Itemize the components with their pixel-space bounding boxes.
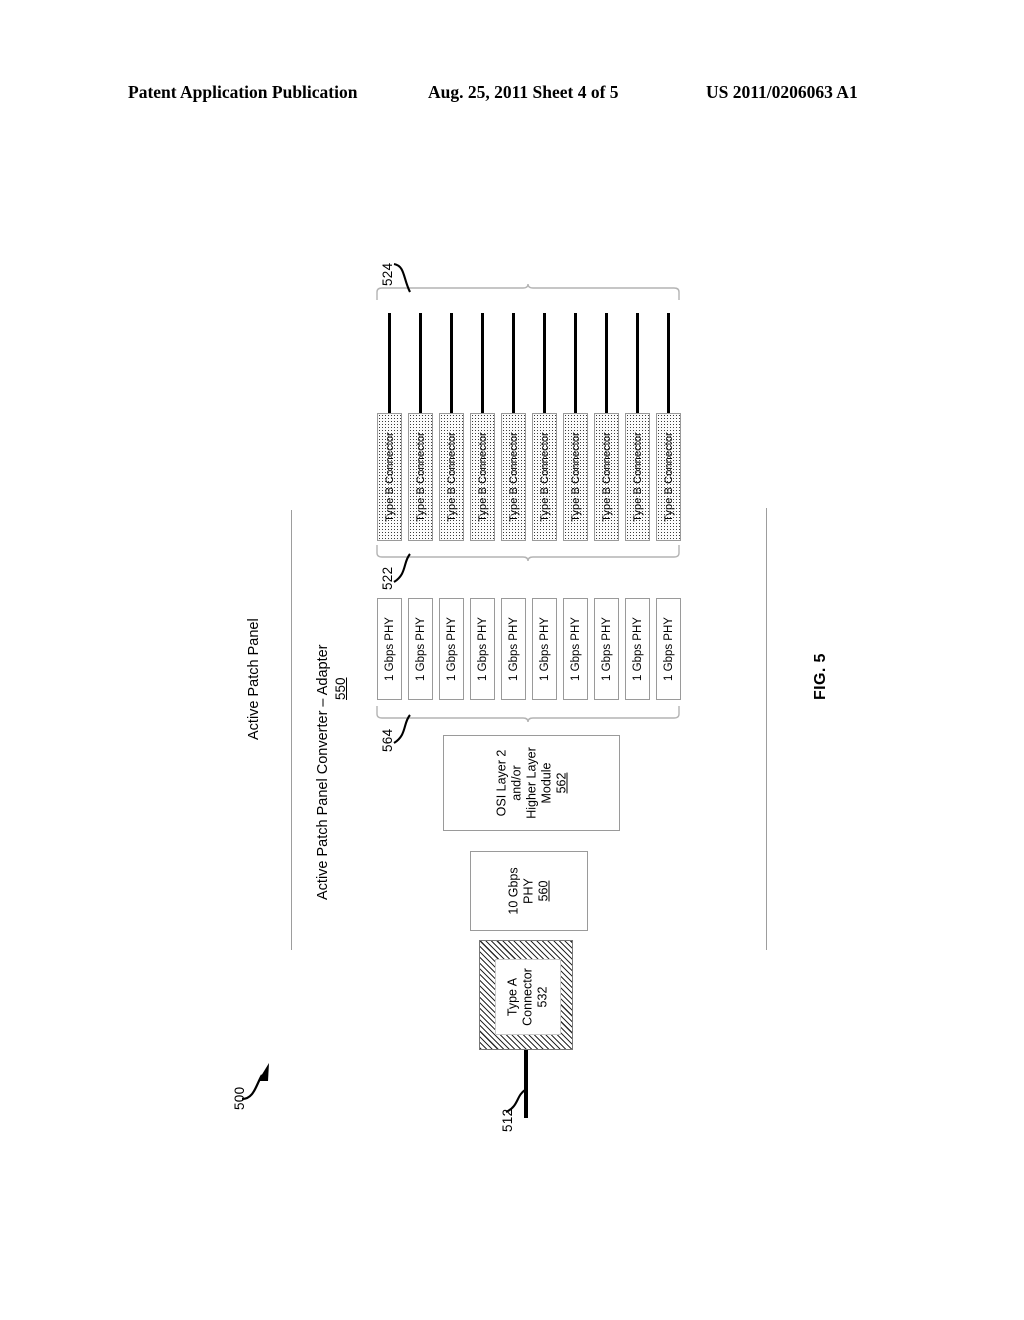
- type-a-connector-numeral: 532: [535, 986, 550, 1008]
- figure-divider: [766, 508, 767, 950]
- type-b-connector-label: Type B Connector: [445, 432, 458, 522]
- leader-512: [505, 1089, 526, 1113]
- gbps-phy-module[interactable]: 1 Gbps PHY: [439, 598, 464, 700]
- leader-524: [393, 262, 411, 293]
- type-b-connector[interactable]: Type B Connector: [532, 413, 557, 541]
- leader-564: [393, 714, 411, 744]
- gbps-phy-label: 1 Gbps PHY: [383, 617, 396, 681]
- bracket-522: [376, 545, 680, 562]
- type-b-connector[interactable]: Type B Connector: [470, 413, 495, 541]
- gbps-phy-module[interactable]: 1 Gbps PHY: [656, 598, 681, 700]
- type-a-connector-label-plate: Type A Connector 532: [495, 959, 561, 1035]
- type-b-connector[interactable]: Type B Connector: [377, 413, 402, 541]
- type-b-connector-label: Type B Connector: [383, 432, 396, 522]
- gbps-phy-module[interactable]: 1 Gbps PHY: [532, 598, 557, 700]
- bracket-564: [376, 706, 680, 723]
- gbps-phy-label: 1 Gbps PHY: [662, 617, 675, 681]
- type-b-connector-label: Type B Connector: [538, 432, 551, 522]
- type-a-connector-line2: Connector: [520, 968, 535, 1026]
- type-b-connector[interactable]: Type B Connector: [625, 413, 650, 541]
- gbps-phy-label: 1 Gbps PHY: [476, 617, 489, 681]
- type-b-connector[interactable]: Type B Connector: [563, 413, 588, 541]
- gbps-phy-module[interactable]: 1 Gbps PHY: [501, 598, 526, 700]
- type-b-connector[interactable]: Type B Connector: [408, 413, 433, 541]
- gbps-phy-module[interactable]: 1 Gbps PHY: [408, 598, 433, 700]
- gbps-phy-label: 1 Gbps PHY: [569, 617, 582, 681]
- osi-higher-layer-module[interactable]: OSI Layer 2 and/or Higher Layer Module 5…: [443, 735, 620, 831]
- osi-module-line3: Higher Layer: [524, 747, 538, 819]
- overall-numeral-arrow: [241, 1063, 269, 1101]
- cable-stub: [449, 313, 453, 414]
- type-b-connector-label: Type B Connector: [662, 432, 675, 522]
- osi-module-line1: OSI Layer 2: [494, 749, 508, 817]
- ten-gbps-phy-module[interactable]: 10 Gbps PHY 560: [470, 851, 588, 931]
- type-b-connector[interactable]: Type B Connector: [501, 413, 526, 541]
- cable-stub: [635, 313, 639, 414]
- active-patch-panel-label: Active Patch Panel: [246, 618, 262, 740]
- type-b-connector[interactable]: Type B Connector: [656, 413, 681, 541]
- type-b-connector-label: Type B Connector: [414, 432, 427, 522]
- cable-stub: [604, 313, 608, 414]
- gbps-phy-label: 1 Gbps PHY: [538, 617, 551, 681]
- cable-stub: [542, 313, 546, 414]
- gbps-phy-module[interactable]: 1 Gbps PHY: [594, 598, 619, 700]
- gbps-phy-label: 1 Gbps PHY: [445, 617, 458, 681]
- type-b-connector-label: Type B Connector: [507, 432, 520, 522]
- ten-gbps-phy-line2: PHY: [521, 878, 536, 904]
- gbps-phy-label: 1 Gbps PHY: [507, 617, 520, 681]
- ten-gbps-phy-line1: 10 Gbps: [506, 867, 521, 915]
- cable-stub: [480, 313, 484, 414]
- page-header: Patent Application Publication Aug. 25, …: [0, 82, 1024, 110]
- gbps-phy-module[interactable]: 1 Gbps PHY: [625, 598, 650, 700]
- figure-caption: FIG. 5: [812, 653, 829, 700]
- ten-gbps-phy-numeral: 560: [536, 880, 551, 902]
- gbps-phy-module[interactable]: 1 Gbps PHY: [377, 598, 402, 700]
- type-b-connector-label: Type B Connector: [569, 432, 582, 522]
- leader-522: [393, 553, 411, 583]
- gbps-phy-module[interactable]: 1 Gbps PHY: [470, 598, 495, 700]
- type-b-connector[interactable]: Type B Connector: [439, 413, 464, 541]
- ten-gbps-phy-text: 10 Gbps PHY 560: [507, 867, 552, 914]
- type-b-connector-label: Type B Connector: [631, 432, 644, 522]
- cable-stub: [666, 313, 670, 414]
- cable-stub: [573, 313, 577, 414]
- gbps-phy-label: 1 Gbps PHY: [414, 617, 427, 681]
- gbps-phy-module[interactable]: 1 Gbps PHY: [563, 598, 588, 700]
- cable-stub: [418, 313, 422, 414]
- header-publication: Patent Application Publication: [128, 82, 358, 102]
- bracket-524: [376, 283, 680, 300]
- converter-adapter-numeral: 550: [333, 677, 348, 700]
- cable-stub: [387, 313, 391, 414]
- cable-stub: [511, 313, 515, 414]
- header-date-sheet: Aug. 25, 2011 Sheet 4 of 5: [428, 82, 619, 102]
- type-a-connector-line1: Type A: [505, 977, 520, 1017]
- gbps-phy-label: 1 Gbps PHY: [631, 617, 644, 681]
- type-a-connector[interactable]: Type A Connector 532: [479, 940, 573, 1050]
- patch-panel-divider: [291, 510, 292, 950]
- converter-adapter-label: Active Patch Panel Converter – Adapter: [315, 644, 331, 900]
- osi-module-text: OSI Layer 2 and/or Higher Layer Module 5…: [494, 747, 569, 819]
- type-b-connector-label: Type B Connector: [600, 432, 613, 522]
- osi-module-line4: Module: [539, 762, 553, 804]
- type-b-connector[interactable]: Type B Connector: [594, 413, 619, 541]
- type-b-connector-label: Type B Connector: [476, 432, 489, 522]
- osi-module-numeral: 562: [554, 772, 568, 794]
- gbps-phy-label: 1 Gbps PHY: [600, 617, 613, 681]
- header-document-number: US 2011/0206063 A1: [706, 82, 858, 102]
- type-a-connector-text: Type A Connector 532: [506, 968, 551, 1026]
- osi-module-line2: and/or: [509, 765, 523, 801]
